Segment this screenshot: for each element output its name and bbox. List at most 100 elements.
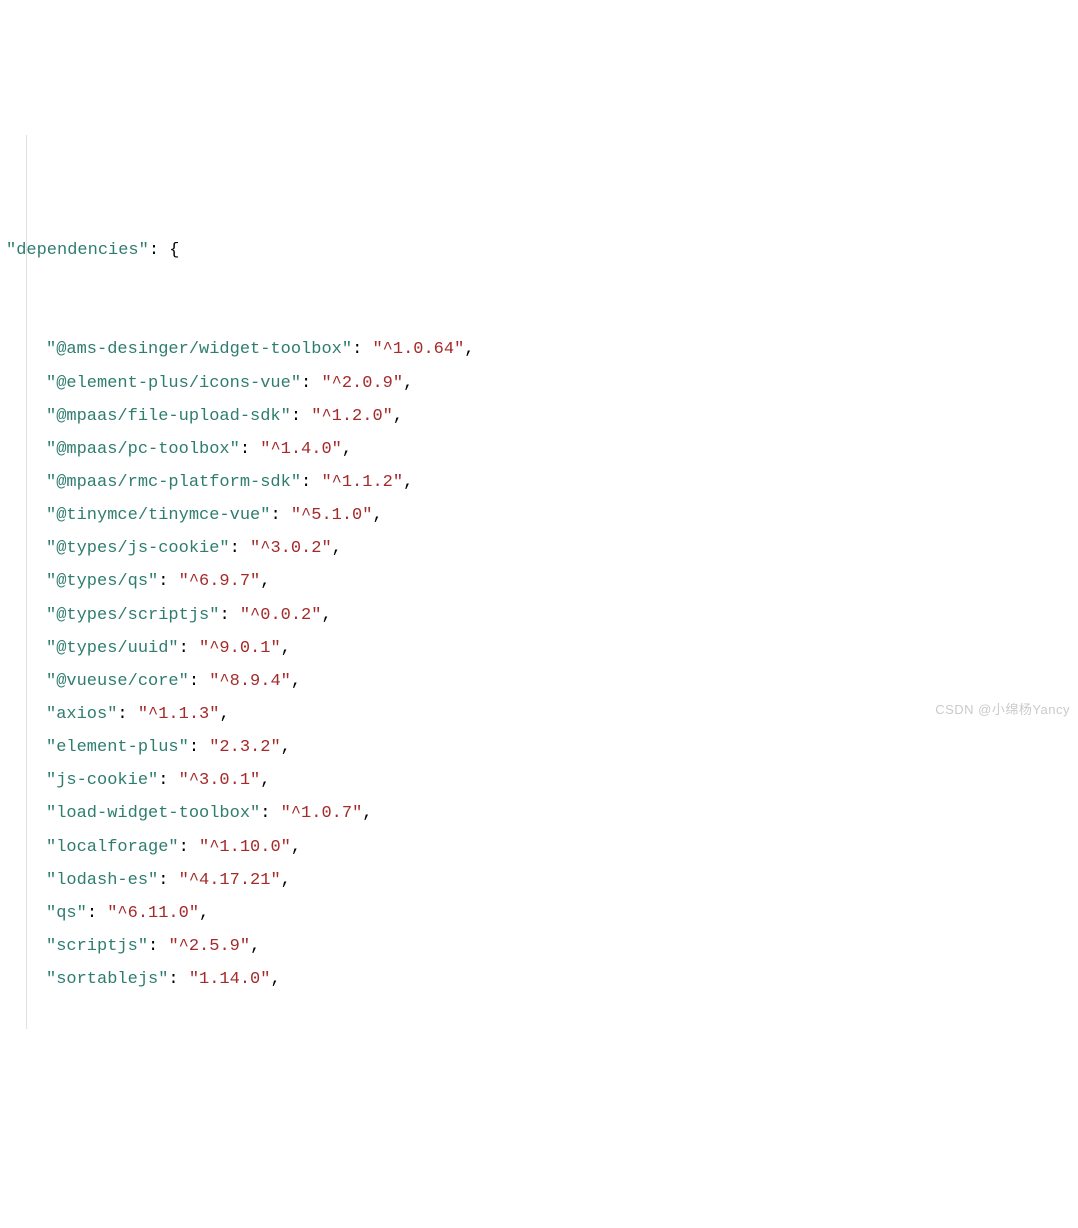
json-value: "^3.0.1"	[179, 771, 261, 790]
json-value: "^3.0.2"	[250, 539, 332, 558]
json-key: "@types/qs"	[46, 572, 158, 591]
comma: ,	[270, 970, 280, 989]
json-value: "^2.5.9"	[168, 937, 250, 956]
comma: ,	[393, 407, 403, 426]
json-key: "scriptjs"	[46, 937, 148, 956]
json-value: "^9.0.1"	[199, 639, 281, 658]
json-key: "localforage"	[46, 838, 179, 857]
json-key: "qs"	[46, 904, 87, 923]
json-key: "@mpaas/file-upload-sdk"	[46, 407, 291, 426]
dependency-list: "@ams-desinger/widget-toolbox": "^1.0.64…	[6, 333, 1078, 996]
colon: :	[87, 904, 107, 923]
comma: ,	[281, 738, 291, 757]
json-value: "^1.4.0"	[260, 440, 342, 459]
json-value: "^1.1.3"	[138, 705, 220, 724]
json-key: "@types/scriptjs"	[46, 606, 219, 625]
colon: :	[301, 374, 321, 393]
json-key: "@tinymce/tinymce-vue"	[46, 506, 270, 525]
comma: ,	[250, 937, 260, 956]
json-key: "element-plus"	[46, 738, 189, 757]
colon: :	[260, 804, 280, 823]
colon: :	[219, 606, 239, 625]
colon: :	[158, 572, 178, 591]
json-value: "^4.17.21"	[179, 871, 281, 890]
colon: :	[240, 440, 260, 459]
dependency-entry: "@types/uuid": "^9.0.1",	[6, 632, 1078, 665]
json-key: "load-widget-toolbox"	[46, 804, 260, 823]
json-key: "@mpaas/rmc-platform-sdk"	[46, 473, 301, 492]
json-value: "^1.0.7"	[281, 804, 363, 823]
dependency-entry: "@mpaas/file-upload-sdk": "^1.2.0",	[6, 400, 1078, 433]
comma: ,	[332, 539, 342, 558]
dependency-entry: "load-widget-toolbox": "^1.0.7",	[6, 797, 1078, 830]
comma: ,	[281, 639, 291, 658]
json-key: "@vueuse/core"	[46, 672, 189, 691]
colon: :	[117, 705, 137, 724]
colon: :	[179, 838, 199, 857]
comma: ,	[342, 440, 352, 459]
json-key: "lodash-es"	[46, 871, 158, 890]
dependency-entry: "@types/qs": "^6.9.7",	[6, 565, 1078, 598]
json-value: "2.3.2"	[209, 738, 280, 757]
dependency-entry: "lodash-es": "^4.17.21",	[6, 864, 1078, 897]
colon: :	[148, 937, 168, 956]
dependency-entry: "@types/js-cookie": "^3.0.2",	[6, 532, 1078, 565]
colon: :	[291, 407, 311, 426]
json-key: "@ams-desinger/widget-toolbox"	[46, 340, 352, 359]
json-key: "@types/uuid"	[46, 639, 179, 658]
dependency-entry: "@element-plus/icons-vue": "^2.0.9",	[6, 367, 1078, 400]
json-value: "^1.2.0"	[311, 407, 393, 426]
json-value: "^0.0.2"	[240, 606, 322, 625]
dependency-entry: "@mpaas/pc-toolbox": "^1.4.0",	[6, 433, 1078, 466]
colon: :	[301, 473, 321, 492]
json-key: "@mpaas/pc-toolbox"	[46, 440, 240, 459]
comma: ,	[362, 804, 372, 823]
json-value: "^6.9.7"	[179, 572, 261, 591]
comma: ,	[372, 506, 382, 525]
comma: ,	[199, 904, 209, 923]
watermark: CSDN @小绵杨Yancy	[935, 697, 1070, 722]
colon: :	[230, 539, 250, 558]
dependency-entry: "@types/scriptjs": "^0.0.2",	[6, 599, 1078, 632]
json-key: "dependencies"	[6, 241, 149, 260]
comma: ,	[219, 705, 229, 724]
comma: ,	[281, 871, 291, 890]
dependency-entry: "@vueuse/core": "^8.9.4",	[6, 665, 1078, 698]
dependency-entry: "localforage": "^1.10.0",	[6, 831, 1078, 864]
comma: ,	[403, 473, 413, 492]
json-key: "js-cookie"	[46, 771, 158, 790]
comma: ,	[291, 838, 301, 857]
comma: ,	[260, 572, 270, 591]
code-block: "dependencies": { "@ams-desinger/widget-…	[6, 135, 1078, 1030]
dependency-entry: "js-cookie": "^3.0.1",	[6, 764, 1078, 797]
open-brace: {	[169, 241, 179, 260]
comma: ,	[464, 340, 474, 359]
dependency-entry: "@mpaas/rmc-platform-sdk": "^1.1.2",	[6, 466, 1078, 499]
dependency-entry: "@ams-desinger/widget-toolbox": "^1.0.64…	[6, 333, 1078, 366]
comma: ,	[291, 672, 301, 691]
dependencies-header: "dependencies": {	[6, 234, 1078, 267]
dependency-entry: "axios": "^1.1.3",	[6, 698, 1078, 731]
dependency-entry: "scriptjs": "^2.5.9",	[6, 930, 1078, 963]
colon: :	[179, 639, 199, 658]
comma: ,	[260, 771, 270, 790]
colon: :	[168, 970, 188, 989]
comma: ,	[321, 606, 331, 625]
colon: :	[270, 506, 290, 525]
colon: :	[189, 672, 209, 691]
json-key: "sortablejs"	[46, 970, 168, 989]
json-value: "^5.1.0"	[291, 506, 373, 525]
json-key: "@types/js-cookie"	[46, 539, 230, 558]
dependency-entry: "qs": "^6.11.0",	[6, 897, 1078, 930]
json-value: "^2.0.9"	[321, 374, 403, 393]
colon: :	[352, 340, 372, 359]
colon: :	[158, 771, 178, 790]
colon: :	[189, 738, 209, 757]
json-value: "^1.0.64"	[372, 340, 464, 359]
json-key: "axios"	[46, 705, 117, 724]
json-value: "^1.10.0"	[199, 838, 291, 857]
json-key: "@element-plus/icons-vue"	[46, 374, 301, 393]
comma: ,	[403, 374, 413, 393]
json-value: "^6.11.0"	[107, 904, 199, 923]
json-value: "1.14.0"	[189, 970, 271, 989]
